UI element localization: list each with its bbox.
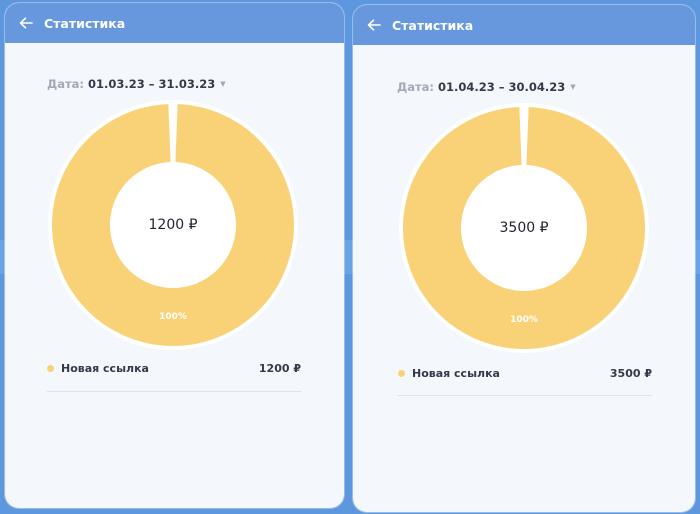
back-button[interactable] [364, 15, 384, 35]
date-range-value: 01.04.23 – 30.04.23 [438, 80, 566, 94]
back-button[interactable] [16, 13, 36, 33]
divider [47, 391, 301, 392]
legend-item-name: Новая ссылка [412, 367, 500, 380]
legend-dot [47, 365, 54, 372]
slice-percent-label: 100% [159, 312, 187, 322]
page-title: Статистика [392, 17, 474, 33]
page-title: Статистика [44, 15, 126, 31]
divider [398, 395, 652, 396]
arrow-left-icon [19, 17, 33, 29]
arrow-left-icon [367, 19, 381, 31]
legend-item-amount: 3500 ₽ [609, 367, 652, 380]
card-header: Статистика [5, 3, 344, 43]
date-range-value: 01.03.23 – 31.03.23 [88, 77, 216, 91]
date-range-selector[interactable]: Дата: 01.04.23 – 30.04.23 ▼ [397, 80, 576, 94]
donut-chart: 3500 ₽ 100% [398, 102, 650, 354]
legend-item: Новая ссылка 1200 ₽ [47, 362, 301, 375]
caret-down-icon: ▼ [220, 80, 226, 88]
date-range-selector[interactable]: Дата: 01.03.23 – 31.03.23 ▼ [47, 77, 226, 91]
legend-item-name: Новая ссылка [61, 362, 149, 375]
legend-item: Новая ссылка 3500 ₽ [398, 367, 652, 380]
legend-dot [398, 370, 405, 377]
legend-item-amount: 1200 ₽ [258, 362, 301, 375]
donut-center-total: 3500 ₽ [499, 220, 549, 236]
statistics-card-april: Статистика Дата: 01.04.23 – 30.04.23 ▼ 3… [353, 5, 695, 512]
date-label: Дата: [47, 77, 85, 91]
donut-center-total: 1200 ₽ [148, 217, 198, 233]
donut-chart: 1200 ₽ 100% [47, 99, 299, 351]
date-label: Дата: [397, 80, 435, 94]
caret-down-icon: ▼ [570, 83, 576, 91]
card-header: Статистика [353, 5, 695, 45]
statistics-card-march: Статистика Дата: 01.03.23 – 31.03.23 ▼ 1… [5, 3, 344, 508]
slice-percent-label: 100% [510, 315, 538, 325]
